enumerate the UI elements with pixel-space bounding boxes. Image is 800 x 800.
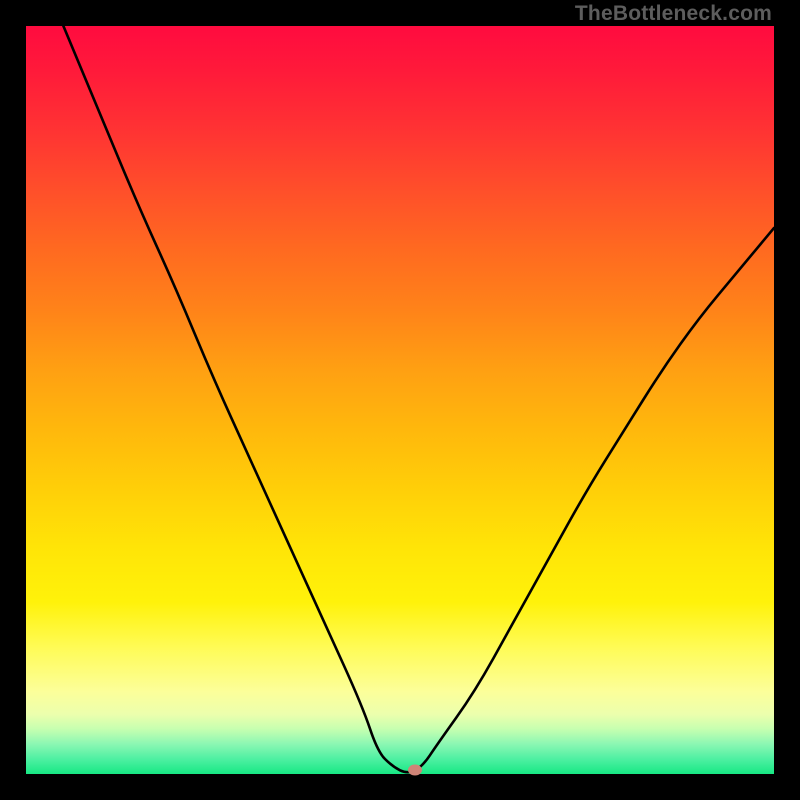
bottleneck-curve [26, 26, 774, 774]
plot-area [26, 26, 774, 774]
chart-frame: TheBottleneck.com [0, 0, 800, 800]
attribution-label: TheBottleneck.com [575, 2, 772, 26]
optimal-point-marker [408, 765, 422, 776]
